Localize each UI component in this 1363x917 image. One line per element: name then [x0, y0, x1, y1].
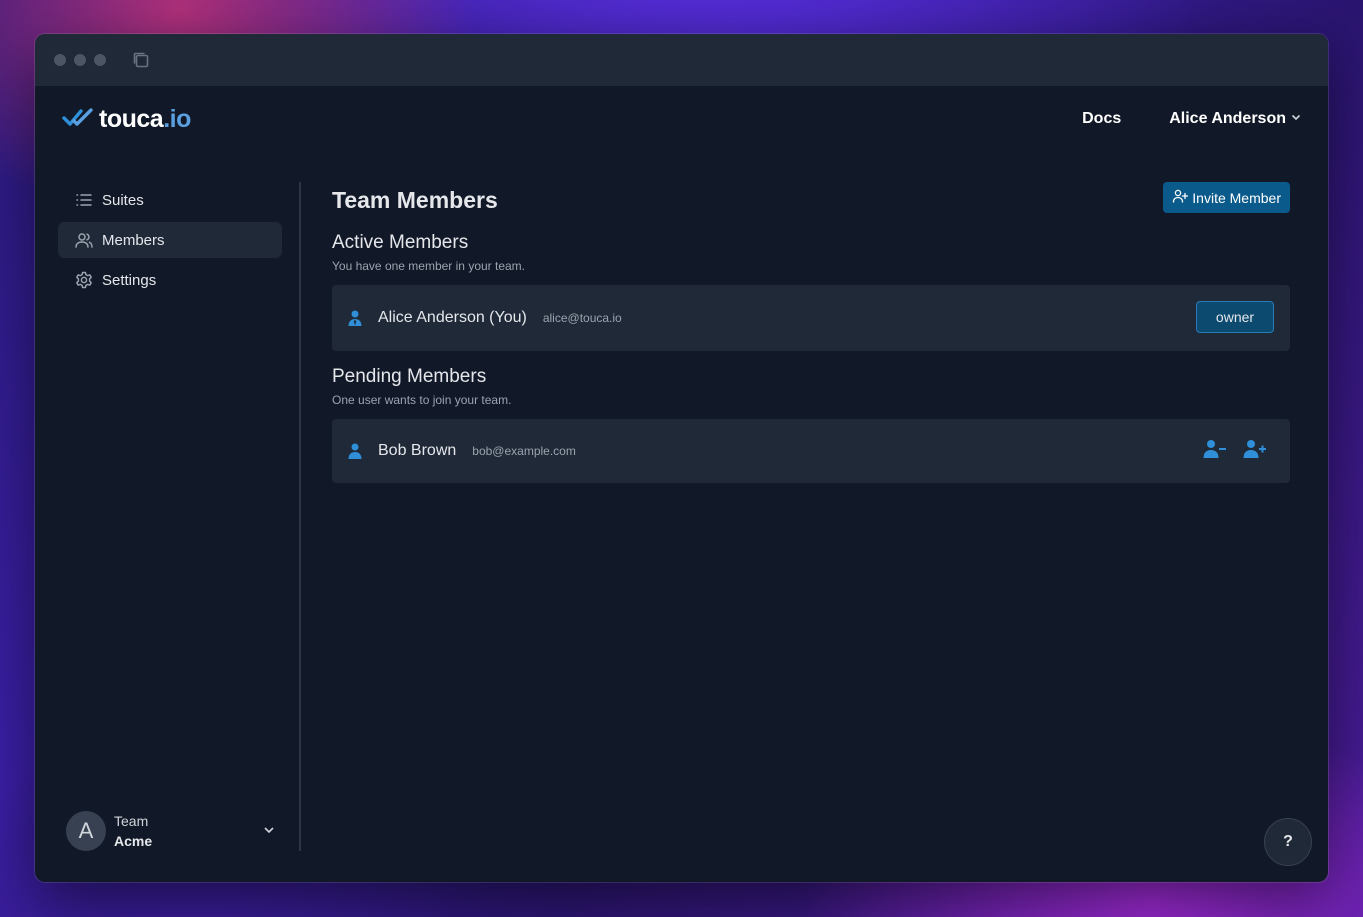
user-menu[interactable]: Alice Anderson — [1169, 110, 1302, 128]
active-members-subtitle: You have one member in your team. — [332, 259, 526, 273]
team-name: Acme — [114, 833, 153, 849]
copy-icon[interactable] — [131, 50, 151, 70]
invite-member-button[interactable]: Invite Member — [1163, 182, 1290, 213]
member-email: alice@touca.io — [542, 311, 622, 325]
role-button[interactable]: owner — [1196, 301, 1274, 333]
main-content: Team Members Invite Member Active Member… — [332, 182, 1290, 483]
gear-icon — [74, 270, 94, 290]
header-actions: Docs Alice Anderson — [1082, 110, 1302, 128]
sidebar-item-label: Suites — [102, 191, 144, 209]
sidebar-item-suites[interactable]: Suites — [58, 182, 282, 218]
user-plus-icon — [1172, 188, 1189, 207]
sidebar-nav: Suites Members Settings — [58, 182, 282, 302]
docs-link[interactable]: Docs — [1082, 110, 1121, 128]
sidebar-item-members[interactable]: Members — [58, 222, 282, 258]
invite-member-label: Invite Member — [1192, 189, 1281, 206]
close-window-button[interactable] — [54, 54, 66, 66]
users-icon — [74, 230, 94, 250]
team-label: Team — [114, 813, 149, 829]
accept-member-button[interactable] — [1242, 438, 1268, 462]
user-plus-icon — [1243, 439, 1267, 462]
row-actions — [1202, 438, 1268, 462]
active-members-title: Active Members — [332, 232, 469, 253]
sidebar-item-label: Members — [102, 231, 165, 249]
table-row: Alice Anderson (You) alice@touca.io owne… — [332, 285, 1290, 351]
page-title: Team Members — [332, 187, 498, 213]
brand-logo[interactable]: touca.io — [62, 105, 191, 134]
user-admin-icon — [346, 309, 364, 327]
member-name: Alice Anderson (You) — [378, 309, 527, 326]
user-name: Alice Anderson — [1169, 110, 1286, 127]
decline-member-button[interactable] — [1202, 438, 1228, 462]
sidebar: Suites Members Settings A Team Acme — [35, 182, 301, 851]
help-button[interactable]: ? — [1264, 818, 1312, 866]
list-icon — [74, 190, 94, 210]
avatar: A — [66, 811, 106, 851]
maximize-window-button[interactable] — [94, 54, 106, 66]
sidebar-item-label: Settings — [102, 271, 157, 289]
team-switcher[interactable]: A Team Acme — [66, 811, 276, 851]
user-icon — [346, 442, 364, 460]
member-name: Bob Brown — [378, 442, 457, 459]
user-minus-icon — [1203, 439, 1227, 462]
table-row: Bob Brown bob@example.com — [332, 419, 1290, 483]
minimize-window-button[interactable] — [74, 54, 86, 66]
title-bar — [35, 34, 1328, 86]
pending-members-subtitle: One user wants to join your team. — [332, 393, 512, 407]
member-email: bob@example.com — [472, 444, 576, 458]
top-header: touca.io Docs Alice Anderson — [35, 86, 1328, 152]
chevron-down-icon — [262, 823, 276, 842]
app-window: touca.io Docs Alice Anderson Suites Memb… — [35, 34, 1328, 882]
double-check-logo-icon — [62, 107, 94, 132]
logo-text: touca.io — [99, 104, 191, 133]
chevron-down-icon — [1290, 110, 1302, 128]
pending-members-title: Pending Members — [332, 366, 487, 387]
sidebar-item-settings[interactable]: Settings — [58, 262, 282, 298]
team-info: Team Acme — [114, 811, 152, 851]
